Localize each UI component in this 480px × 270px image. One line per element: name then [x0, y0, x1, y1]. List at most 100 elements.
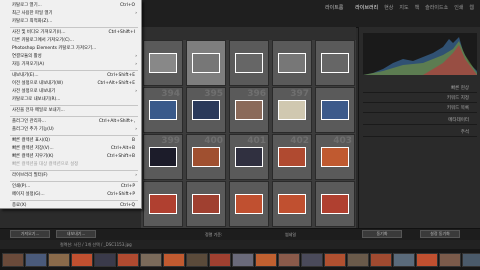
menu-item[interactable]: 페이지 설정(G)... Ctrl+Shift+P	[0, 191, 141, 199]
filmstrip-thumbnail[interactable]	[25, 253, 47, 267]
grid-cell[interactable]: 396	[229, 87, 269, 133]
grid-cell[interactable]	[315, 87, 355, 133]
grid-cell[interactable]: 403	[315, 134, 355, 180]
sync-settings-button[interactable]: 설정 동기화	[420, 230, 460, 238]
filmstrip-thumbnail[interactable]	[393, 253, 415, 267]
menu-item[interactable]: 빠른 컬렉션 저장(V)... Ctrl+Alt+B	[0, 145, 141, 153]
filmstrip-thumbnail[interactable]	[416, 253, 438, 267]
filmstrip-thumbnail[interactable]	[255, 253, 277, 267]
photo-thumbnail[interactable]	[235, 100, 263, 120]
photo-thumbnail[interactable]	[321, 194, 349, 214]
filmstrip-thumbnail[interactable]	[370, 253, 392, 267]
module-map[interactable]: 지도	[399, 4, 408, 11]
grid-cell[interactable]: 401	[229, 134, 269, 180]
menu-item[interactable]: 이전 설정으로 내보내기(W) Ctrl+Alt+Shift+E	[0, 80, 141, 88]
filmstrip-thumbnail[interactable]	[209, 253, 231, 267]
menu-item[interactable]: 인쇄(P)... Ctrl+P	[0, 183, 141, 191]
photo-thumbnail[interactable]	[321, 53, 349, 73]
sync-button[interactable]: 동기화	[362, 230, 402, 238]
menu-item[interactable]: 카탈로그 열기... Ctrl+O	[0, 2, 141, 10]
menu-item[interactable]: 최근 사용한 파일 열기 ›	[0, 10, 141, 18]
comments-row[interactable]: 주석	[363, 127, 477, 137]
filmstrip-thumbnail[interactable]	[48, 253, 70, 267]
export-button[interactable]: 내보내기...	[56, 230, 96, 238]
photo-thumbnail[interactable]	[321, 147, 349, 167]
filmstrip-thumbnail[interactable]	[278, 253, 300, 267]
grid-cell[interactable]	[186, 181, 226, 227]
photo-thumbnail[interactable]	[149, 53, 177, 73]
menu-item[interactable]: 내보내기(E)... Ctrl+Shift+E	[0, 72, 141, 80]
menu-item[interactable]: 사진을 전자 메일로 보내기...	[0, 107, 141, 115]
module-develop[interactable]: 현상	[384, 4, 393, 11]
photo-thumbnail[interactable]	[278, 100, 306, 120]
menu-item[interactable]: 사전 설정으로 내보내기 ›	[0, 88, 141, 96]
menu-item[interactable]: 플러그인 추가 기능(U) ›	[0, 126, 141, 134]
filmstrip-thumbnail[interactable]	[71, 253, 93, 267]
module-book[interactable]: 책	[415, 4, 420, 11]
grid-cell[interactable]: 402	[272, 134, 312, 180]
import-button[interactable]: 가져오기...	[10, 230, 50, 238]
filmstrip-thumbnail[interactable]	[117, 253, 139, 267]
keywording-row[interactable]: 키워드 지정	[363, 93, 477, 103]
filmstrip-thumbnail[interactable]	[347, 253, 369, 267]
menu-item[interactable]: 다른 카탈로그에서 가져오기(C)...	[0, 37, 141, 45]
filmstrip-thumbnail[interactable]	[186, 253, 208, 267]
filmstrip-thumbnail[interactable]	[163, 253, 185, 267]
grid-cell[interactable]	[186, 40, 226, 86]
quick-develop-row[interactable]: 빠른 현상	[363, 83, 477, 93]
grid-cell[interactable]: 399	[143, 134, 183, 180]
metadata-row[interactable]: 메타데이터	[363, 115, 477, 125]
photo-thumbnail[interactable]	[235, 194, 263, 214]
menu-item[interactable]: 카탈로그 최적화(Z)...	[0, 18, 141, 26]
menu-item[interactable]: Photoshop Elements 카탈로그 가져오기...	[0, 45, 141, 53]
menu-item[interactable]: 플러그인 관리자... Ctrl+Alt+Shift+,	[0, 118, 141, 126]
filmstrip-thumbnail[interactable]	[462, 253, 480, 267]
filmstrip-thumbnail[interactable]	[140, 253, 162, 267]
module-library[interactable]: 라이브러리	[355, 4, 378, 11]
menu-item[interactable]: 연결모듈의 활성 ›	[0, 53, 141, 61]
filmstrip-thumbnail[interactable]	[232, 253, 254, 267]
photo-thumbnail[interactable]	[149, 100, 177, 120]
grid-cell[interactable]	[143, 181, 183, 227]
menu-item[interactable]: 라이브러리 필터(F) ›	[0, 172, 141, 180]
photo-thumbnail[interactable]	[192, 147, 220, 167]
photo-thumbnail[interactable]	[149, 147, 177, 167]
keyword-list-row[interactable]: 키워드 목록	[363, 103, 477, 113]
menu-item[interactable]: 빠른 컬렉션 표시(Q) B	[0, 137, 141, 145]
menu-item[interactable]: 사진 및 비디오 가져오기(I)... Ctrl+Shift+I	[0, 29, 141, 37]
photo-thumbnail[interactable]	[235, 147, 263, 167]
filmstrip-thumbnail[interactable]	[439, 253, 461, 267]
module-print[interactable]: 인쇄	[454, 4, 463, 11]
photo-thumbnail[interactable]	[192, 100, 220, 120]
grid-cell[interactable]	[315, 181, 355, 227]
grid-cell[interactable]	[229, 40, 269, 86]
menu-item[interactable]: 카탈로그로 내보내기(R)...	[0, 96, 141, 104]
photo-thumbnail[interactable]	[192, 53, 220, 73]
grid-cell[interactable]	[229, 181, 269, 227]
grid-cell[interactable]: 400	[186, 134, 226, 180]
filmstrip-thumbnail[interactable]	[324, 253, 346, 267]
menu-item[interactable]: 자동 가져오기(A) ›	[0, 61, 141, 69]
photo-thumbnail[interactable]	[192, 194, 220, 214]
module-slideshow[interactable]: 슬라이드쇼	[425, 4, 448, 11]
grid-cell[interactable]	[272, 40, 312, 86]
grid-cell[interactable]	[143, 40, 183, 86]
sort-label[interactable]: 정렬 기준:	[205, 232, 222, 238]
menu-item[interactable]: 종료(X) Ctrl+Q	[0, 202, 141, 210]
menu-item[interactable]: 빠른 컬렉션 지우기(K) Ctrl+Shift+B	[0, 153, 141, 161]
filmstrip-thumbnail[interactable]	[2, 253, 24, 267]
photo-thumbnail[interactable]	[149, 194, 177, 214]
filmstrip-thumbnail[interactable]	[94, 253, 116, 267]
grid-cell[interactable]: 395	[186, 87, 226, 133]
photo-thumbnail[interactable]	[278, 194, 306, 214]
photo-thumbnail[interactable]	[278, 147, 306, 167]
photo-thumbnail[interactable]	[235, 53, 263, 73]
grid-cell[interactable]	[315, 40, 355, 86]
grid-cell[interactable]: 397	[272, 87, 312, 133]
photo-thumbnail[interactable]	[321, 100, 349, 120]
filmstrip-thumbnail[interactable]	[301, 253, 323, 267]
grid-cell[interactable]	[272, 181, 312, 227]
module-web[interactable]: 웹	[469, 4, 474, 11]
grid-cell[interactable]: 394	[143, 87, 183, 133]
photo-thumbnail[interactable]	[278, 53, 306, 73]
